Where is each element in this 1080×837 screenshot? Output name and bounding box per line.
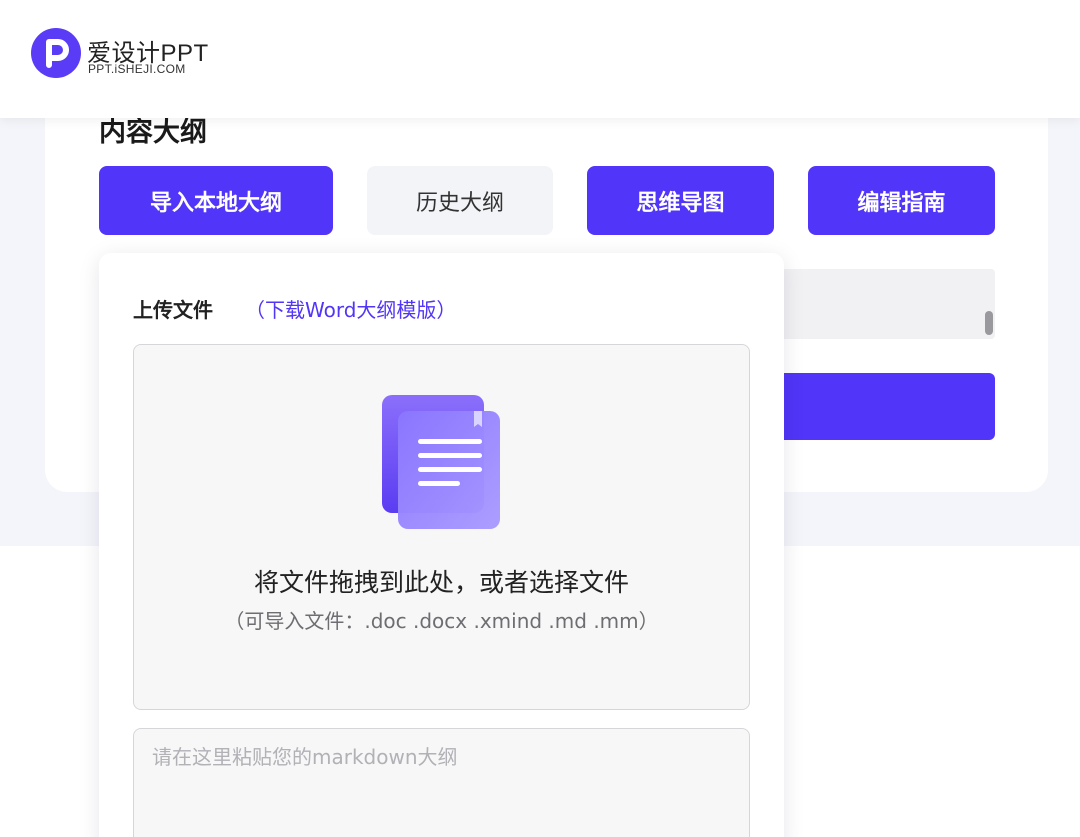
edit-guide-button[interactable]: 编辑指南	[808, 166, 995, 235]
outline-scrollbar[interactable]	[985, 311, 993, 335]
logo-subtitle: PPT.iSHEJI.COM	[88, 62, 186, 76]
dropzone-main-text: 将文件拖拽到此处，或者选择文件	[253, 568, 629, 597]
generate-button[interactable]	[760, 373, 995, 440]
logo-icon[interactable]	[31, 28, 81, 78]
upload-file-label: 上传文件	[133, 298, 213, 322]
import-local-outline-button[interactable]: 导入本地大纲	[99, 166, 333, 235]
logo-p-glyph-icon	[46, 39, 69, 68]
download-word-template-link[interactable]: （下载Word大纲模版）	[245, 294, 456, 323]
dropzone-formats-text: （可导入文件：.doc .docx .xmind .md .mm）	[224, 609, 659, 633]
file-dropzone[interactable]: 将文件拖拽到此处，或者选择文件 （可导入文件：.doc .docx .xmind…	[133, 344, 750, 710]
document-icon	[382, 395, 500, 529]
header: 爱设计PPT PPT.iSHEJI.COM	[0, 0, 1080, 118]
outline-text-area[interactable]	[760, 269, 995, 339]
mind-map-button[interactable]: 思维导图	[587, 166, 774, 235]
upload-popup: 上传文件 （下载Word大纲模版） 将文件拖拽到此处，或者选择文件 （可导入文件…	[99, 253, 784, 837]
markdown-input[interactable]	[133, 728, 750, 837]
history-outline-button[interactable]: 历史大纲	[367, 166, 553, 235]
